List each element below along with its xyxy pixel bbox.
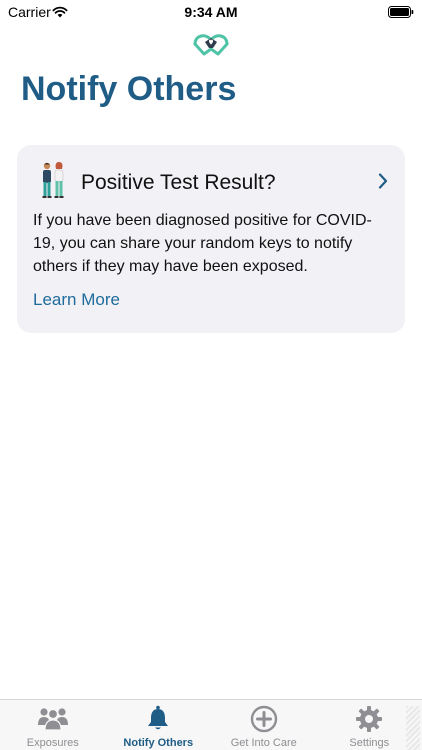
tab-label-exposures: Exposures: [26, 737, 79, 749]
scroll-edge-indicator: [406, 706, 420, 750]
card-description: If you have been diagnosed positive for …: [33, 212, 372, 275]
page-title: Notify Others: [21, 70, 237, 108]
plus-circle-icon: [211, 705, 317, 733]
hands-heart-icon: [192, 30, 230, 58]
tab-get-into-care[interactable]: Get Into Care: [211, 700, 317, 750]
tab-bar: Exposures Notify Others Get Into Care Se…: [0, 699, 422, 750]
clock-time: 9:34 AM: [184, 4, 238, 20]
tab-exposures[interactable]: Exposures: [0, 700, 106, 750]
tab-label-get-into-care: Get Into Care: [230, 737, 297, 749]
learn-more-link[interactable]: Learn More: [33, 290, 120, 310]
card-title: Positive Test Result?: [81, 171, 276, 194]
positive-test-card[interactable]: Positive Test Result? If you have been d…: [17, 145, 405, 333]
tab-label-notify-others: Notify Others: [123, 737, 194, 749]
tab-notify-others[interactable]: Notify Others: [106, 700, 212, 750]
chevron-right-icon[interactable]: [378, 173, 388, 194]
battery-icon: [388, 5, 414, 23]
status-bar: Carrier 9:34 AM: [0, 0, 422, 24]
two-people-icon: [39, 161, 67, 201]
bell-icon: [106, 705, 212, 733]
people-icon: [0, 705, 106, 733]
